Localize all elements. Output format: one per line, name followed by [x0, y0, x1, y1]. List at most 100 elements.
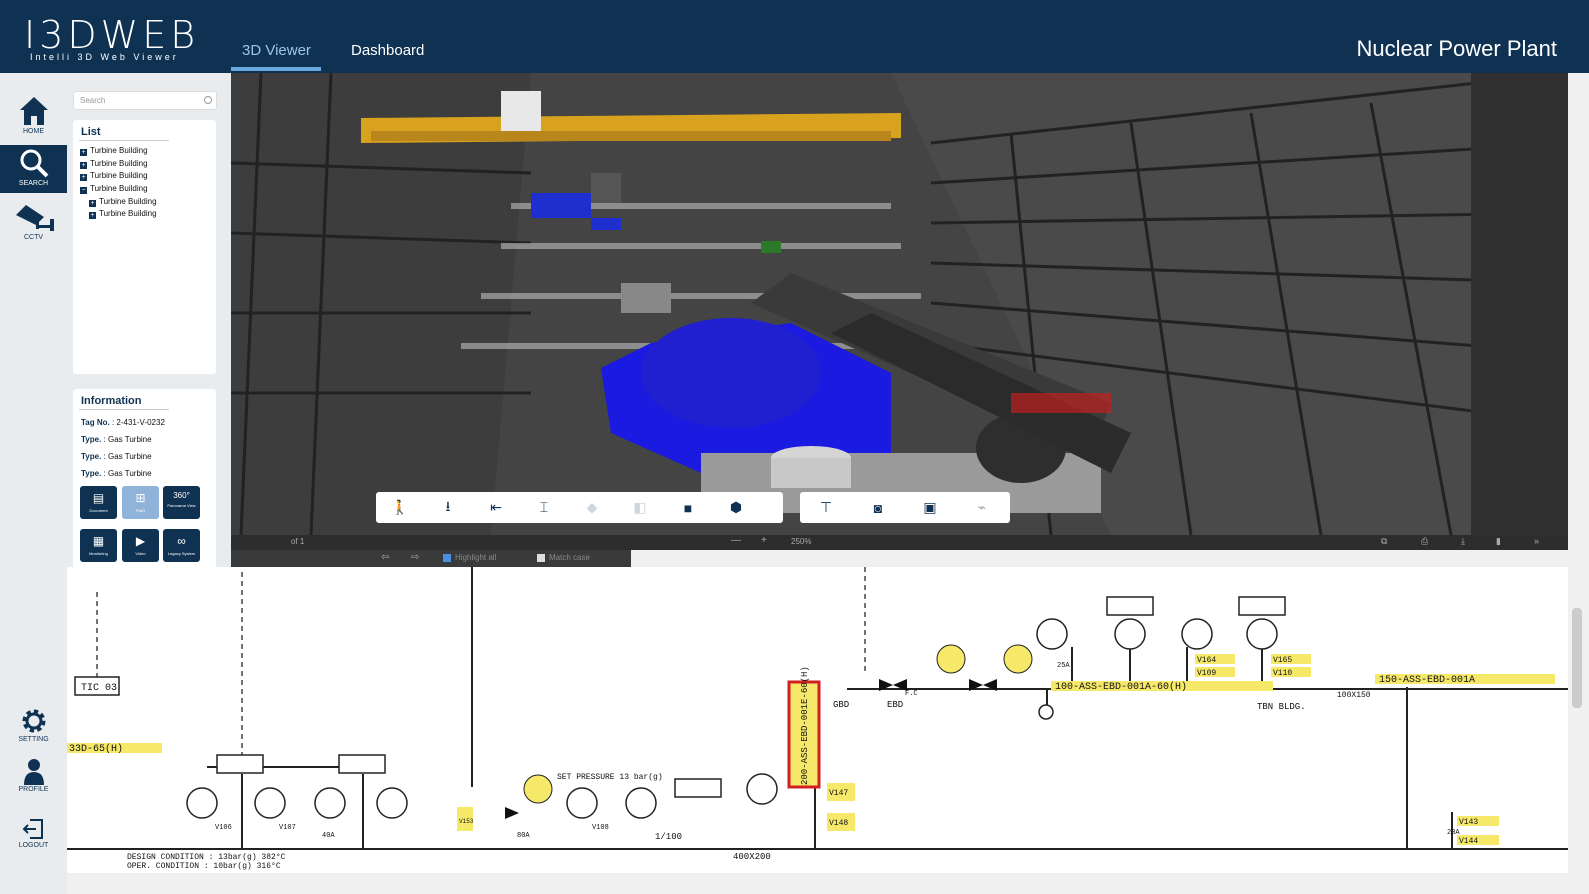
info-value: Gas Turbine: [107, 435, 152, 444]
video-icon: ▶: [135, 534, 146, 548]
scrollbar-thumb[interactable]: [1572, 608, 1582, 708]
properties-icon: ▣: [923, 499, 937, 515]
pid-line-vertical: 200-ASS-EBD-001E-60(H): [800, 666, 810, 785]
nav-cctv-label: CCTV: [23, 234, 44, 241]
list-card: List + Turbine Building + Turbine Building…: [73, 120, 216, 374]
match-case-checkbox[interactable]: [537, 554, 545, 562]
divider: [79, 409, 169, 410]
cctv-camera-button[interactable]: ⌁: [956, 492, 1008, 523]
nav-search[interactable]: SEARCH: [0, 145, 67, 193]
nav-search-label: SEARCH: [18, 180, 49, 187]
expand-plus-icon[interactable]: +: [80, 161, 87, 169]
info-key: Type.: [81, 469, 102, 478]
info-value: Gas Turbine: [107, 452, 152, 461]
pid-gbd: GBD: [833, 700, 849, 710]
walk-mode-button[interactable]: 🚶: [376, 492, 424, 523]
search-icon[interactable]: [204, 96, 212, 104]
camera-info-button[interactable]: ◙: [852, 492, 904, 523]
find-next-button[interactable]: ⇨: [411, 552, 419, 563]
nav-profile[interactable]: PROFILE: [0, 755, 67, 803]
properties-button[interactable]: ▣: [904, 492, 956, 523]
nav-logout-label: LOGOUT: [18, 842, 49, 849]
tools-toolbar: ⊤ ◙ ▣ ⌁: [800, 492, 1010, 523]
view-top-icon: ◆: [586, 499, 598, 515]
monitoring-button[interactable]: ▦ Monitoring: [80, 529, 117, 562]
tree-item[interactable]: + Turbine Building: [80, 208, 216, 221]
page-title: Nuclear Power Plant: [1356, 36, 1557, 61]
nav-logout[interactable]: LOGOUT: [0, 815, 67, 863]
pid-size-20a: 20A: [1447, 829, 1460, 837]
view-top-button[interactable]: ◆: [568, 492, 616, 523]
pid-size-100x150: 100X150: [1337, 691, 1371, 700]
pid-valve-v147: V147: [829, 789, 848, 798]
person-height-icon: ⭳: [445, 497, 451, 514]
find-previous-button[interactable]: ⇦: [381, 552, 389, 563]
expand-plus-icon[interactable]: +: [80, 149, 87, 156]
pid-drawing[interactable]: TIC 03 33D-65(H) 100-ASS-EBD-001A-60(H) …: [67, 567, 1568, 873]
tree-item[interactable]: + Turbine Building: [80, 158, 216, 171]
highlight-all-checkbox[interactable]: [443, 554, 451, 562]
document-icon: ▤: [92, 491, 105, 505]
expand-plus-icon[interactable]: +: [89, 212, 96, 220]
user-icon: [23, 759, 44, 785]
tree-item[interactable]: + Turbine Building: [80, 145, 216, 158]
nav-profile-label: PROFILE: [18, 786, 49, 793]
more-tools-icon[interactable]: »: [1534, 536, 1539, 546]
nav-cctv[interactable]: CCTV: [0, 199, 67, 247]
info-row-type: Type. : Gas Turbine: [81, 452, 152, 461]
zoom-level[interactable]: 250%: [791, 537, 811, 546]
nav-home[interactable]: HOME: [0, 93, 67, 141]
info-key: Tag No.: [81, 418, 110, 427]
cctv-icon: [15, 205, 54, 231]
match-case-label: Match case: [549, 553, 590, 562]
nav-home-label: HOME: [23, 128, 44, 135]
legacy-system-button[interactable]: ∞ Legacy System: [163, 529, 200, 562]
pid-button[interactable]: ⊞ P&ID: [122, 486, 159, 519]
panorama-button[interactable]: 360° Panorama View: [163, 486, 200, 519]
person-height-button[interactable]: ⭳: [424, 492, 472, 523]
view-side-button[interactable]: ◧: [616, 492, 664, 523]
print-icon[interactable]: ⎙: [1421, 536, 1428, 547]
pid-valve-v148: V148: [829, 819, 848, 828]
nav-setting-label: SETTING: [18, 736, 49, 743]
info-row-tag: Tag No. : 2-431-V-0232: [81, 418, 165, 427]
pid-valve-v144: V144: [1459, 837, 1478, 846]
pid-size-40a: 40A: [322, 832, 335, 840]
tree-item[interactable]: − Turbine Building: [80, 183, 216, 196]
collapse-minus-icon[interactable]: −: [80, 187, 87, 195]
presentation-icon[interactable]: ⧉: [1381, 536, 1387, 547]
nav-setting[interactable]: SETTING: [0, 705, 67, 753]
camera-info-icon: ◙: [873, 499, 883, 516]
tree-item[interactable]: + Turbine Building: [80, 196, 216, 209]
tile-label: Legacy System: [167, 551, 196, 556]
video-button[interactable]: ▶ Video: [122, 529, 159, 562]
vertical-scrollbar[interactable]: [1568, 73, 1589, 894]
hierarchy-button[interactable]: ⊤: [800, 492, 852, 523]
info-row-type: Type. : Gas Turbine: [81, 469, 152, 478]
app-logo[interactable]: I3DWEB Intelli 3D Web Viewer: [24, 16, 199, 62]
view-front-button[interactable]: ■: [664, 492, 712, 523]
search-input[interactable]: Search: [73, 91, 217, 110]
3d-viewport[interactable]: [231, 73, 1568, 535]
tree-item-label: Turbine Building: [90, 184, 148, 194]
measure-button[interactable]: ⌶: [520, 492, 568, 523]
info-value: 2-431-V-0232: [116, 418, 165, 427]
tree-item-label: Turbine Building: [90, 146, 148, 155]
zoom-out-button[interactable]: —: [731, 535, 741, 546]
zoom-in-button[interactable]: +: [761, 535, 767, 546]
view-front-icon: ■: [683, 499, 693, 516]
bookmark-icon[interactable]: ▮: [1496, 536, 1501, 547]
tree-item[interactable]: + Turbine Building: [80, 170, 216, 183]
view-iso-button[interactable]: ⬢: [712, 492, 760, 523]
expand-plus-icon[interactable]: +: [80, 174, 87, 182]
fly-through-button[interactable]: ⇤: [472, 492, 520, 523]
download-icon[interactable]: ⤓: [1461, 536, 1465, 547]
search-placeholder: Search: [80, 96, 106, 105]
document-button[interactable]: ▤ Document: [80, 486, 117, 519]
tab-dashboard[interactable]: Dashboard: [351, 42, 424, 59]
expand-plus-icon[interactable]: +: [89, 199, 96, 207]
tab-3d-viewer[interactable]: 3D Viewer: [242, 42, 311, 59]
tree-list: + Turbine Building + Turbine Building + Tur…: [73, 145, 216, 221]
tile-label: P&ID: [135, 508, 146, 513]
home-icon: [19, 97, 48, 125]
